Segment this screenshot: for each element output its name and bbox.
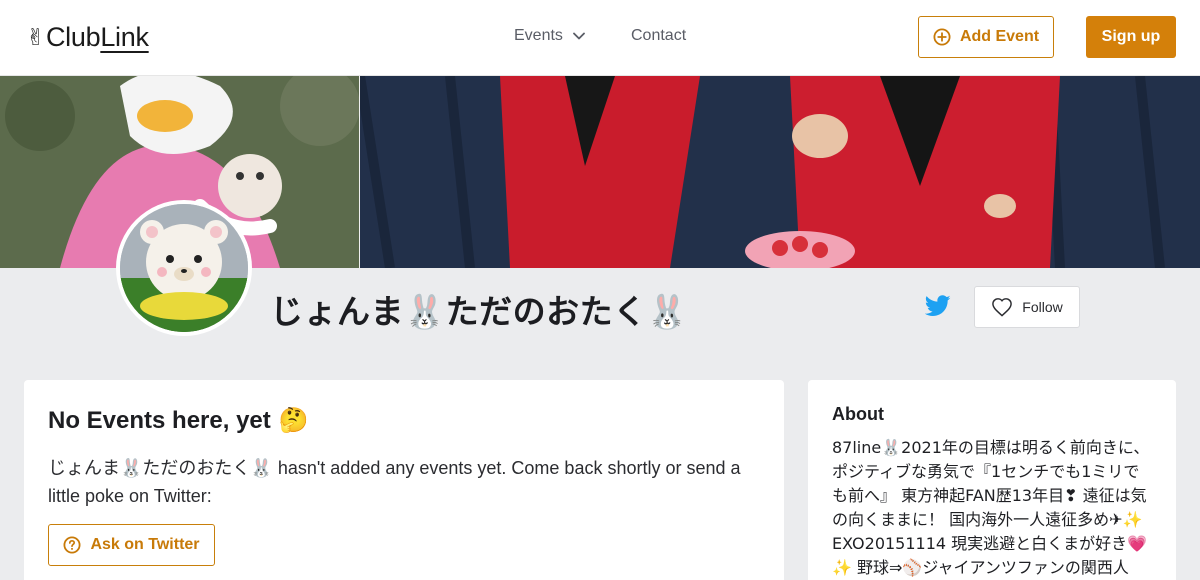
profile-name: じょんま🐰ただのおたく🐰 <box>270 292 689 331</box>
avatar-bear-art <box>120 204 248 332</box>
plus-circle-icon <box>933 28 951 46</box>
ask-on-twitter-label: Ask on Twitter <box>90 536 200 553</box>
chevron-down-icon <box>573 32 585 40</box>
follow-label: Follow <box>1022 299 1063 315</box>
profile-avatar <box>116 200 252 336</box>
twitter-profile-link[interactable] <box>924 295 951 319</box>
twitter-icon <box>924 295 951 316</box>
events-empty-heading: No Events here, yet 🤔 <box>48 406 309 435</box>
ask-on-twitter-button[interactable]: Ask on Twitter <box>48 524 215 566</box>
about-card: About 87line🐰2021年の目標は明るく前向きに、ポジティブな勇気で『… <box>808 380 1176 580</box>
heart-icon <box>992 298 1013 317</box>
nav-events-dropdown[interactable]: Events <box>514 27 585 45</box>
logo-text-link: Link <box>100 22 149 52</box>
site-header: ✌ Club Link Events Contact Add Event Sig… <box>0 0 1200 76</box>
sign-up-button[interactable]: Sign up <box>1086 16 1176 58</box>
nav-contact-link[interactable]: Contact <box>631 27 686 45</box>
nav-events-label: Events <box>514 27 563 44</box>
about-description: 87line🐰2021年の目標は明るく前向きに、ポジティブな勇気で『1センチでも… <box>832 438 1150 577</box>
events-card: No Events here, yet 🤔 じょんま🐰ただのおたく🐰 hasn'… <box>24 380 784 580</box>
avatar-photo <box>120 204 248 332</box>
banner-photo-right <box>355 76 1200 268</box>
events-empty-title: No Events here, yet <box>48 406 271 434</box>
events-empty-message: じょんま🐰ただのおたく🐰 hasn't added any events yet… <box>48 458 741 506</box>
follow-button[interactable]: Follow <box>974 286 1080 328</box>
about-title: About <box>832 404 884 424</box>
add-event-button[interactable]: Add Event <box>918 16 1054 58</box>
banner-photo-right-art <box>355 76 1200 268</box>
victory-hand-icon: ✌ <box>26 24 45 50</box>
add-event-label: Add Event <box>959 28 1040 45</box>
logo-text-club: Club <box>45 22 101 52</box>
question-circle-icon <box>63 536 81 554</box>
clublink-logo[interactable]: ✌ Club Link <box>26 22 149 53</box>
thinking-face-icon: 🤔 <box>278 407 309 434</box>
